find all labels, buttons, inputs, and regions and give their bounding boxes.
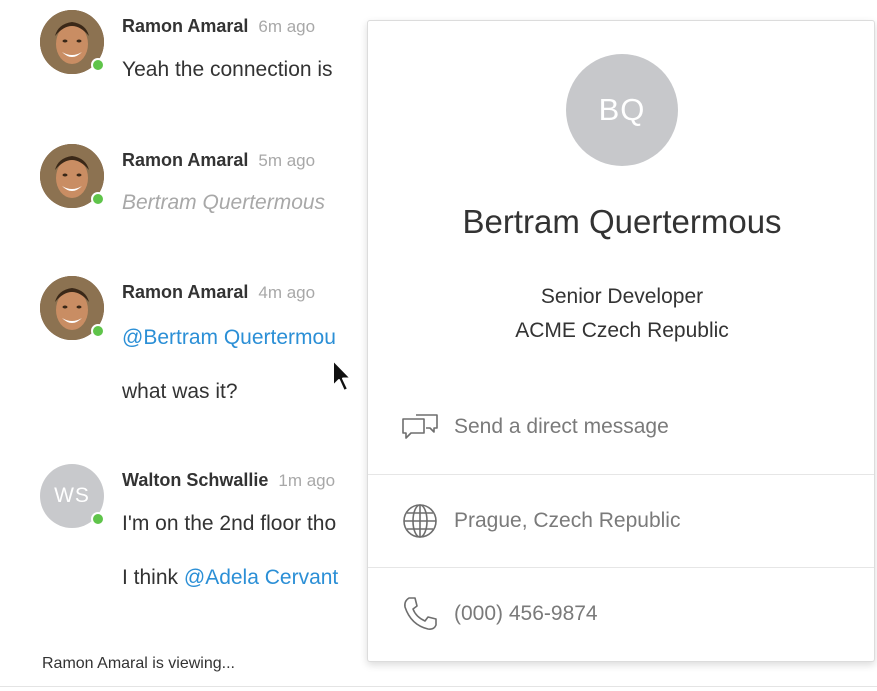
message-text: what was it? <box>122 380 238 403</box>
phone-icon <box>400 596 440 632</box>
profile-name: Bertram Quertermous <box>462 203 782 240</box>
location-row[interactable]: Prague, Czech Republic <box>368 474 874 567</box>
online-status-dot <box>91 324 105 338</box>
message-author[interactable]: Ramon Amaral <box>122 282 248 302</box>
cursor-arrow-icon <box>332 359 352 392</box>
message-text: Bertram Quertermous <box>122 191 326 214</box>
phone-row[interactable]: (000) 456-9874 <box>368 567 874 660</box>
online-status-dot <box>91 512 105 526</box>
send-direct-message-label: Send a direct message <box>454 415 669 438</box>
message-author[interactable]: Ramon Amaral <box>122 16 248 36</box>
phone-label: (000) 456-9874 <box>454 602 598 625</box>
message-meta: Ramon Amaral 4m ago <box>122 282 315 303</box>
profile-card: BQ Bertram Quertermous Senior Developer … <box>367 20 875 662</box>
mention-link[interactable]: @Adela Cervant <box>184 566 338 589</box>
message-text: Yeah the connection is <box>122 58 333 81</box>
location-label: Prague, Czech Republic <box>454 509 681 532</box>
profile-avatar: BQ <box>566 54 678 166</box>
message-time: 5m ago <box>258 151 316 170</box>
globe-icon <box>400 503 440 539</box>
message-meta: Ramon Amaral 5m ago <box>122 150 315 171</box>
message-text: @Bertram Quertermou <box>122 326 336 350</box>
mention-link[interactable]: @Bertram Quertermou <box>122 326 336 349</box>
message-meta: Ramon Amaral 6m ago <box>122 16 315 37</box>
message-meta: Walton Schwallie 1m ago <box>122 470 335 491</box>
profile-company: ACME Czech Republic <box>515 319 729 342</box>
chat-bubbles-icon <box>400 409 440 445</box>
viewing-indicator: Ramon Amaral is viewing... <box>42 655 235 672</box>
profile-role: Senior Developer <box>540 285 704 308</box>
message-author[interactable]: Walton Schwallie <box>122 470 268 490</box>
message-text: I think @Adela Cervant <box>122 566 338 590</box>
message-text-prefix: I think <box>122 566 184 589</box>
message-time: 1m ago <box>278 471 336 490</box>
online-status-dot <box>91 192 105 206</box>
message-author[interactable]: Ramon Amaral <box>122 150 248 170</box>
message-time: 4m ago <box>258 283 316 302</box>
online-status-dot <box>91 58 105 72</box>
message-text: I'm on the 2nd floor tho <box>122 512 337 535</box>
divider <box>0 686 877 687</box>
message-time: 6m ago <box>258 17 316 36</box>
send-direct-message-button[interactable]: Send a direct message <box>368 381 874 473</box>
